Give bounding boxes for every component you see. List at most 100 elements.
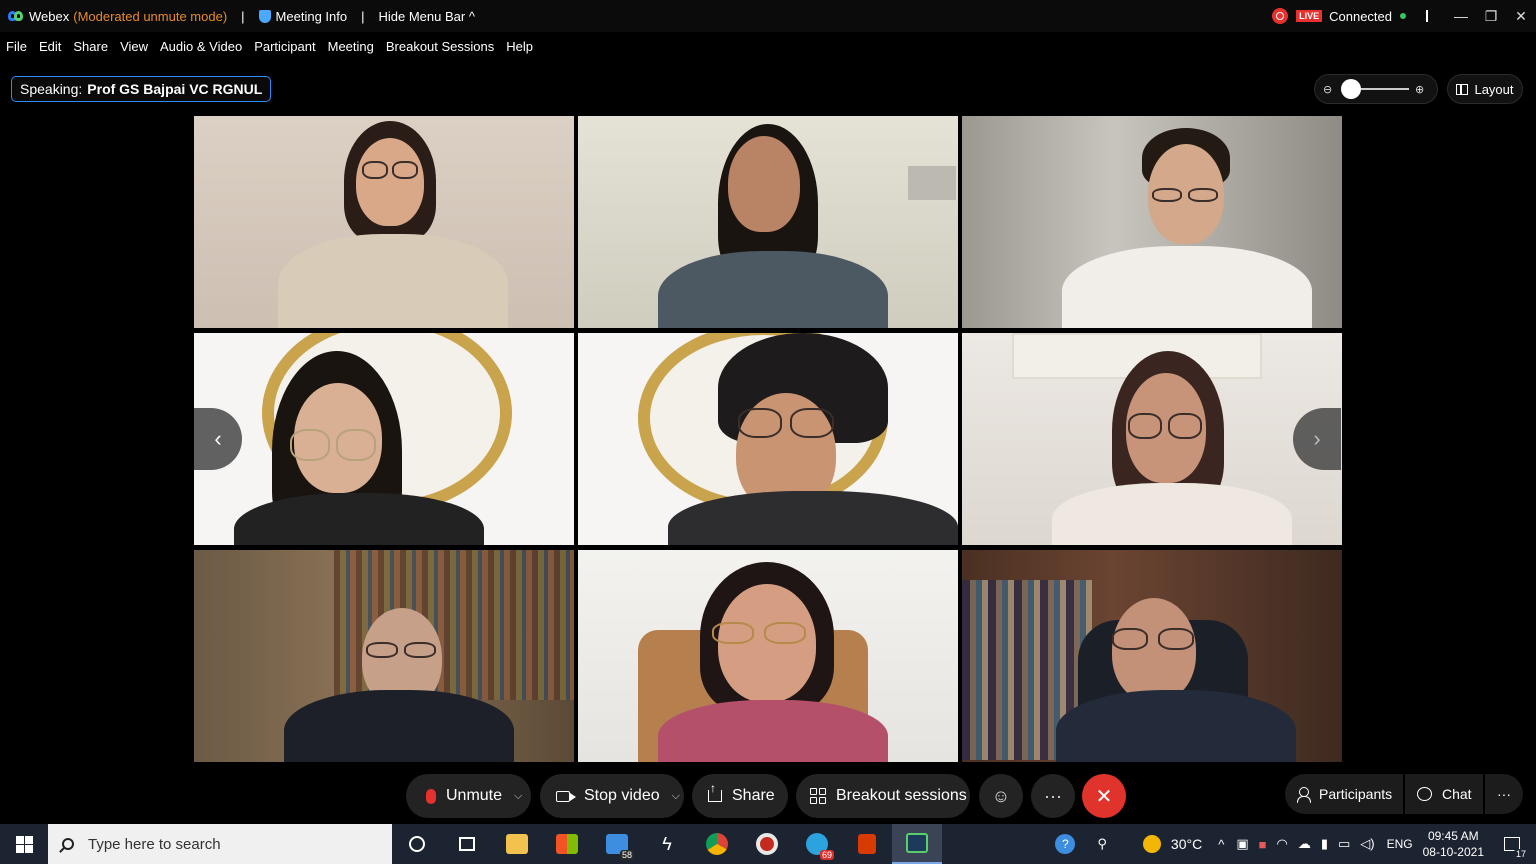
file-explorer-button[interactable] — [492, 824, 542, 864]
stop-video-button[interactable]: Stop video ⌵ — [540, 774, 684, 818]
store-button[interactable] — [542, 824, 592, 864]
reactions-button[interactable]: ☺ — [979, 774, 1023, 818]
participant-video[interactable] — [578, 333, 958, 545]
media-player-button[interactable] — [742, 824, 792, 864]
windows-logo-icon — [15, 835, 33, 853]
media-icon — [756, 833, 778, 855]
panel-options-button[interactable]: ··· — [1485, 774, 1523, 814]
webex-logo-icon — [8, 9, 24, 23]
clock[interactable]: 09:45 AM 08-10-2021 — [1423, 828, 1484, 860]
chevron-right-icon: › — [1313, 426, 1321, 451]
more-icon: ··· — [1497, 786, 1511, 802]
zoom-in-icon[interactable]: ⊕ — [1415, 83, 1429, 96]
menu-share[interactable]: Share — [73, 39, 108, 54]
app-title: Webex — [29, 8, 70, 24]
title-separator: | — [241, 8, 245, 24]
lightning-icon: ϟ — [662, 833, 672, 854]
unmute-mode-label: (Moderated unmute mode) — [73, 8, 228, 24]
chevron-down-icon[interactable]: ⌵ — [514, 790, 522, 803]
participant-video[interactable] — [962, 116, 1342, 328]
breakout-sessions-button[interactable]: Breakout sessions — [796, 774, 970, 818]
windows-taskbar: Type here to search 58 ϟ 69 ? ⚲ 30°C ^ ▣… — [0, 824, 1536, 864]
volume-icon[interactable]: ◁) — [1360, 836, 1374, 852]
participant-video[interactable] — [962, 550, 1342, 762]
chat-button[interactable]: Chat — [1405, 774, 1483, 814]
participant-video[interactable] — [578, 550, 958, 762]
menu-participant[interactable]: Participant — [254, 39, 315, 54]
hide-menu-bar-button[interactable]: Hide Menu Bar ^ — [378, 9, 474, 24]
unmute-button[interactable]: Unmute ⌵ — [406, 774, 531, 818]
menu-audio-video[interactable]: Audio & Video — [160, 39, 242, 54]
layout-label: Layout — [1474, 81, 1514, 97]
meeting-info-button[interactable]: Meeting Info — [276, 9, 348, 24]
share-icon — [708, 781, 722, 802]
office-button[interactable] — [842, 824, 892, 864]
cortana-button[interactable] — [392, 824, 442, 864]
office-icon — [858, 834, 876, 854]
mail-button[interactable]: 58 — [592, 824, 642, 864]
zoom-out-icon[interactable]: ⊖ — [1323, 83, 1337, 96]
menu-view[interactable]: View — [120, 39, 148, 54]
tray-app-icon[interactable]: ▣ — [1236, 836, 1248, 852]
chat-label: Chat — [1442, 786, 1472, 802]
more-icon: ··· — [1044, 785, 1062, 806]
menu-file[interactable]: File — [6, 39, 27, 54]
chevron-down-icon[interactable]: ⌵ — [672, 790, 680, 803]
weather-sun-icon[interactable] — [1142, 835, 1161, 853]
menu-help[interactable]: Help — [506, 39, 533, 54]
participant-video[interactable] — [194, 333, 574, 545]
menu-edit[interactable]: Edit — [39, 39, 61, 54]
participant-video[interactable] — [194, 116, 574, 328]
active-speaker-label: Speaking: Prof GS Bajpai VC RGNUL — [11, 76, 272, 102]
webex-icon — [906, 833, 928, 853]
menu-meeting[interactable]: Meeting — [328, 39, 374, 54]
notifications-button[interactable]: 17 — [1498, 837, 1528, 859]
restore-button[interactable]: ❐ — [1476, 0, 1506, 32]
chevron-up-icon[interactable]: ^ — [1218, 837, 1224, 852]
chrome-icon — [706, 833, 728, 855]
video-grid — [194, 116, 1342, 763]
start-button[interactable] — [0, 824, 48, 864]
chevron-left-icon: ‹ — [214, 426, 222, 451]
telegram-button[interactable]: 69 — [792, 824, 842, 864]
task-view-button[interactable] — [442, 824, 492, 864]
stop-video-label: Stop video — [584, 787, 660, 804]
layout-button[interactable]: Layout — [1447, 74, 1523, 104]
taskbar-search[interactable]: Type here to search — [48, 824, 392, 864]
cloud-icon[interactable]: ☁ — [1298, 836, 1311, 852]
zoom-knob[interactable] — [1341, 79, 1361, 99]
telegram-badge: 69 — [819, 850, 834, 860]
participant-video[interactable] — [962, 333, 1342, 545]
recording-icon[interactable] — [1272, 8, 1289, 24]
participants-button[interactable]: Participants — [1285, 774, 1403, 814]
people-icon[interactable]: ⚲ — [1097, 836, 1107, 852]
live-badge: LIVE — [1296, 10, 1323, 22]
menu-breakout-sessions[interactable]: Breakout Sessions — [386, 39, 494, 54]
clock-date: 08-10-2021 — [1422, 845, 1484, 859]
gift-icon[interactable]: ■ — [1259, 837, 1267, 852]
app-button[interactable]: ϟ — [642, 824, 692, 864]
close-window-button[interactable]: ✕ — [1506, 0, 1536, 32]
chrome-button[interactable] — [692, 824, 742, 864]
more-options-button[interactable]: ··· — [1031, 774, 1075, 818]
title-separator: | — [361, 8, 365, 24]
title-bar: Webex (Moderated unmute mode) | Meeting … — [0, 0, 1536, 32]
leave-meeting-button[interactable]: ✕ — [1082, 774, 1126, 818]
wifi-icon[interactable]: ◠ — [1276, 836, 1287, 852]
temperature-label[interactable]: 30°C — [1171, 836, 1202, 852]
zoom-track[interactable] — [1341, 79, 1409, 99]
help-icon[interactable]: ? — [1055, 834, 1076, 854]
language-indicator[interactable]: ENG — [1387, 837, 1413, 851]
zoom-slider[interactable]: ⊖ ⊕ — [1314, 74, 1438, 104]
chevron-up-icon: ^ — [468, 8, 475, 24]
battery-icon[interactable]: ▭ — [1338, 836, 1350, 852]
mail-badge: 58 — [619, 850, 634, 860]
share-button[interactable]: Share — [692, 774, 788, 818]
minimize-button[interactable]: — — [1446, 0, 1476, 32]
participant-video[interactable] — [194, 550, 574, 762]
microphone-icon[interactable]: ▮ — [1321, 836, 1328, 852]
participant-video[interactable] — [578, 116, 958, 328]
unmute-label: Unmute — [446, 787, 503, 804]
participants-label: Participants — [1319, 786, 1393, 802]
webex-taskbar-button[interactable] — [892, 824, 942, 864]
